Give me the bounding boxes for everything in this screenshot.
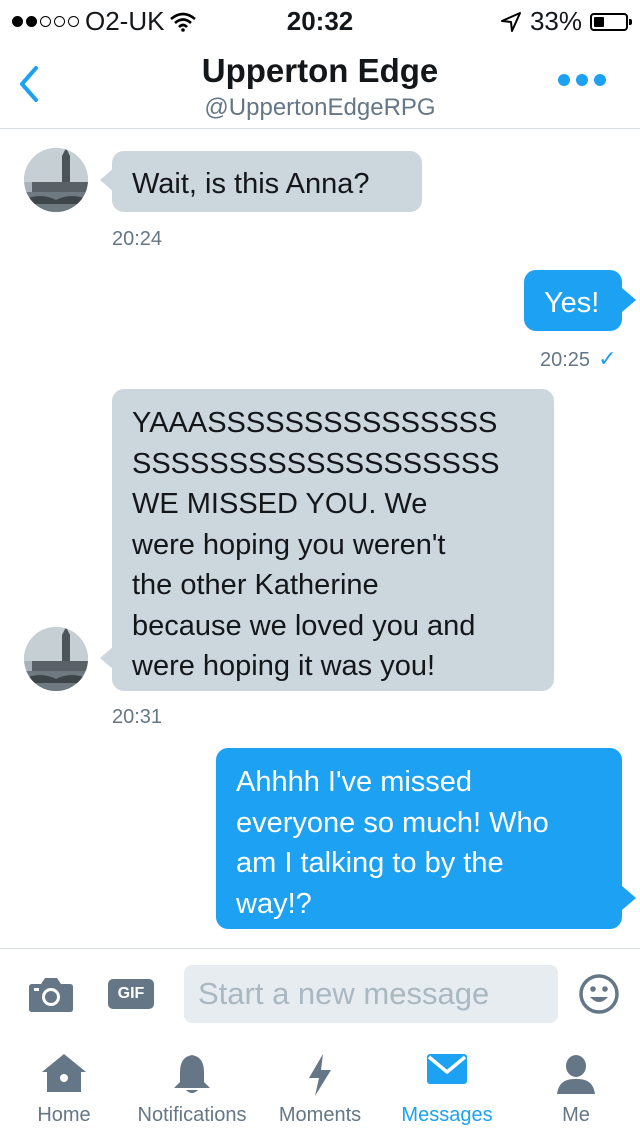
status-bar: O2-UK 20:32 33%	[0, 0, 640, 40]
message-timestamp: 20:31	[112, 706, 163, 728]
message-timestamp-row: 20:25 ✓	[540, 346, 617, 372]
message-input[interactable]	[184, 965, 558, 1023]
camera-icon[interactable]	[28, 975, 74, 1013]
tab-label: Me	[562, 1104, 590, 1126]
person-icon	[557, 1055, 595, 1094]
bubble-tail	[100, 646, 114, 670]
message-bubble-incoming[interactable]: YAAASSSSSSSSSSSSSSS SSSSSSSSSSSSSSSSSSS …	[112, 389, 554, 691]
message-line: am I talking to by the	[236, 847, 504, 879]
envelope-icon	[427, 1054, 467, 1084]
conversation-title[interactable]: Upperton Edge	[0, 52, 640, 90]
bubble-tail	[622, 288, 636, 312]
message-timestamp: 20:24	[112, 228, 163, 250]
tab-label: Notifications	[137, 1104, 247, 1126]
gif-button[interactable]: GIF	[108, 979, 154, 1009]
more-options-icon[interactable]	[558, 74, 606, 86]
message-text: Yes!	[544, 287, 600, 319]
bell-icon	[174, 1055, 210, 1093]
message-line: YAAASSSSSSSSSSSSSSS	[132, 407, 498, 439]
message-line: because we loved you and	[132, 609, 476, 642]
lightning-icon	[309, 1054, 331, 1096]
message-line: everyone so much! Who	[236, 806, 549, 839]
message-line: were hoping it was you!	[132, 650, 436, 682]
home-icon	[42, 1054, 86, 1092]
tab-label: Home	[37, 1104, 91, 1126]
tab-home[interactable]: Home	[18, 1036, 110, 1136]
message-line: were hoping you weren't	[132, 528, 446, 561]
battery-icon	[590, 12, 632, 31]
tab-label: Messages	[401, 1104, 493, 1126]
location-arrow-icon	[500, 11, 521, 32]
tab-label: Moments	[278, 1104, 362, 1126]
tab-me[interactable]: Me	[534, 1036, 618, 1136]
conversation-handle: @UppertonEdgeRPG	[204, 94, 436, 121]
message-line: Ahhhh I've missed	[236, 766, 473, 798]
battery-percent: 33%	[529, 6, 582, 36]
smiley-icon[interactable]	[578, 973, 620, 1015]
message-line: SSSSSSSSSSSSSSSSSSS	[132, 447, 500, 480]
tab-notifications[interactable]: Notifications	[128, 1036, 256, 1136]
tab-messages[interactable]: Messages	[392, 1036, 502, 1136]
message-bubble-incoming[interactable]: Wait, is this Anna?	[112, 151, 422, 212]
bubble-tail	[622, 886, 636, 910]
message-line: way!?	[236, 887, 312, 920]
message-bubble-outgoing[interactable]: Ahhhh I've missed everyone so much! Who …	[216, 748, 622, 929]
message-timestamp: 20:25	[540, 349, 591, 371]
avatar[interactable]	[24, 627, 88, 691]
message-line: the other Katherine	[132, 569, 379, 601]
conversation-header: Upperton Edge @UppertonEdgeRPG	[0, 40, 640, 129]
tab-moments[interactable]: Moments	[270, 1036, 370, 1136]
message-text: Wait, is this Anna?	[132, 168, 370, 200]
message-line: WE MISSED YOU. We	[132, 488, 428, 520]
tab-bar: Home Notifications Moments Messages Me	[0, 1036, 640, 1136]
message-bubble-outgoing[interactable]: Yes!	[524, 270, 622, 331]
message-composer: GIF	[0, 948, 640, 1037]
avatar[interactable]	[24, 148, 88, 212]
read-check-icon: ✓	[598, 346, 617, 371]
status-right: 33%	[500, 6, 632, 37]
